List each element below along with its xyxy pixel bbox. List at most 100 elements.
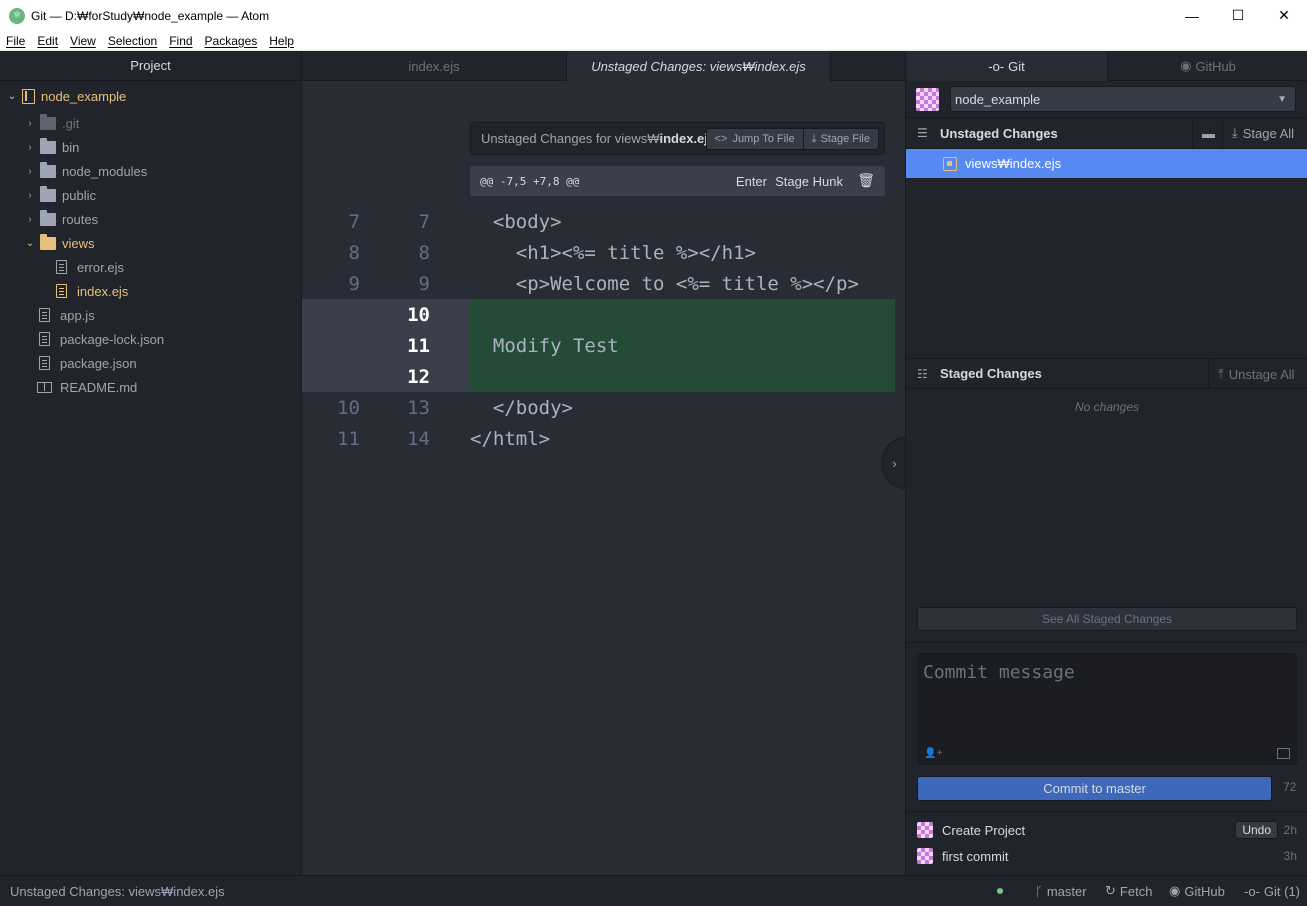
file-icon [56,260,67,274]
repo-selector-row: node_example ▼ [906,81,1307,118]
recent-commit-item[interactable]: Create Project Undo 2h [906,817,1307,843]
tree-item-label: README.md [60,379,138,395]
menu-view[interactable]: View [64,34,102,48]
close-button[interactable]: ✕ [1261,0,1307,31]
download-icon: ⤓ [1232,125,1238,140]
commit-message: first commit [942,848,1009,864]
status-current-file[interactable]: Unstaged Changes: views₩index.ejs [10,884,225,899]
unstaged-file-item[interactable]: views₩index.ejs [906,149,1307,178]
commit-message: Create Project [942,822,1026,838]
tree-file-package-json[interactable]: package.json [37,351,137,375]
tree-file-index-ejs[interactable]: index.ejs [54,279,128,303]
diff-line-context: 11 14 </html> [302,423,905,454]
commit-char-count: 72 [1283,780,1297,794]
title-bar: ⚛ Git — D:₩forStudy₩node_example — Atom … [0,0,1307,31]
tab-github[interactable]: ◉ GitHub [1107,51,1307,81]
repo-icon [22,88,35,104]
new-line-number: 10 [407,303,430,326]
tree-folder-views[interactable]: ⌄ views [24,231,95,255]
chevron-right-icon: › [28,189,32,201]
tree-item-label: app.js [60,307,95,323]
repo-select[interactable]: node_example ▼ [950,86,1296,112]
unstaged-changes-header: ☰ Unstaged Changes ▬ ⤓ Stage All [906,118,1307,149]
divider [906,642,1307,643]
tab-unstaged-changes[interactable]: Unstaged Changes: views₩index.ejs [567,51,831,82]
folder-icon [40,185,56,202]
code-text: <h1><%= title %></h1> [470,241,756,264]
tree-folder-public[interactable]: › public [24,183,96,207]
atom-app-icon: ⚛ [9,7,25,24]
maximize-button[interactable]: ☐ [1215,0,1261,31]
add-co-author-icon[interactable]: 👤+ [924,748,942,759]
tree-item-label: bin [62,139,80,155]
tree-folder-git[interactable]: › .git [24,111,79,135]
tab-index-ejs[interactable]: index.ejs [302,51,567,81]
commit-button[interactable]: Commit to master [917,776,1272,801]
github-button[interactable]: ◉ GitHub [1169,883,1225,899]
new-line-number: 14 [407,427,430,450]
chevron-right-icon: › [28,141,32,153]
editor-tab-bar: index.ejs Unstaged Changes: views₩index.… [302,51,905,82]
diff-line-added: 12 [302,361,905,392]
new-line-number: 8 [418,241,430,264]
old-line-number: 8 [348,241,360,264]
book-icon [37,381,52,393]
trash-icon[interactable]: 🗑 [857,173,875,189]
menu-help[interactable]: Help [263,34,300,48]
tree-file-app-js[interactable]: app.js [37,303,95,327]
tree-file-package-lock-json[interactable]: package-lock.json [37,327,164,351]
tree-folder-node-modules[interactable]: › node_modules [24,159,147,183]
collapse-icon[interactable]: ▬ [1192,118,1222,148]
menu-packages[interactable]: Packages [199,34,264,48]
fetch-button[interactable]: ↻ Fetch [1105,883,1152,899]
commit-time: 3h [1283,849,1297,863]
tree-item-label: node_modules [62,163,148,179]
unstage-all-button[interactable]: ⤒ Unstage All [1208,359,1307,389]
stage-file-button[interactable]: ⤓ Stage File [802,129,878,149]
see-all-staged-button[interactable]: See All Staged Changes [917,607,1297,631]
chevron-down-icon: ⌄ [25,237,35,249]
stage-all-button[interactable]: ⤓ Stage All [1222,118,1307,148]
menu-file[interactable]: File [0,34,31,48]
hunk-range: @@ -7,5 +7,8 @@ [480,174,580,188]
undo-button[interactable]: Undo [1235,821,1278,839]
tree-file-readme-md[interactable]: README.md [37,375,137,399]
sync-icon: ↻ [1105,883,1116,898]
old-line-number: 10 [337,396,360,419]
code-text: </html> [470,427,551,450]
old-line-number: 7 [348,210,360,233]
github-icon: ◉ [1180,58,1192,73]
tree-item-label: routes [62,211,99,227]
recent-commit-item[interactable]: first commit 3h [906,843,1307,869]
tree-file-error-ejs[interactable]: error.ejs [54,255,124,279]
menu-bar: File Edit View Selection Find Packages H… [0,31,1307,51]
tree-folder-routes[interactable]: › routes [24,207,98,231]
folder-open-icon [40,233,56,250]
upload-icon: ⤒ [1218,366,1224,381]
new-line-number: 13 [407,396,430,419]
tree-root-node-example[interactable]: ⌄ node_example [6,84,126,108]
tree-folder-bin[interactable]: › bin [24,135,79,159]
stage-hunk-button[interactable]: Stage Hunk [775,174,843,189]
commit-message-input[interactable] [918,654,1296,734]
tab-git[interactable]: -o- Git [906,51,1107,81]
status-bar: Unstaged Changes: views₩index.ejs ᚴ maste… [0,875,1307,906]
project-panel-title: Project [0,51,301,81]
divider [906,811,1307,812]
tree-item-label: error.ejs [77,259,124,275]
jump-to-file-button[interactable]: <> Jump To File [706,129,803,149]
expand-icon[interactable] [1277,748,1290,759]
chevron-right-icon: › [28,213,32,225]
git-button[interactable]: -o- Git (1) [1244,884,1300,899]
menu-find[interactable]: Find [163,34,198,48]
folder-icon [40,161,56,178]
git-commit-icon: -o- [988,58,1005,74]
menu-selection[interactable]: Selection [102,34,163,48]
minimize-button[interactable]: — [1169,0,1215,31]
tree-item-label: package.json [60,355,137,371]
branch-button[interactable]: ᚴ master [1035,884,1087,899]
tree-item-label: index.ejs [77,283,129,299]
diff-line-context: 7 7 <body> [302,206,905,237]
menu-edit[interactable]: Edit [31,34,64,48]
diff-line-context: 8 8 <h1><%= title %></h1> [302,237,905,268]
